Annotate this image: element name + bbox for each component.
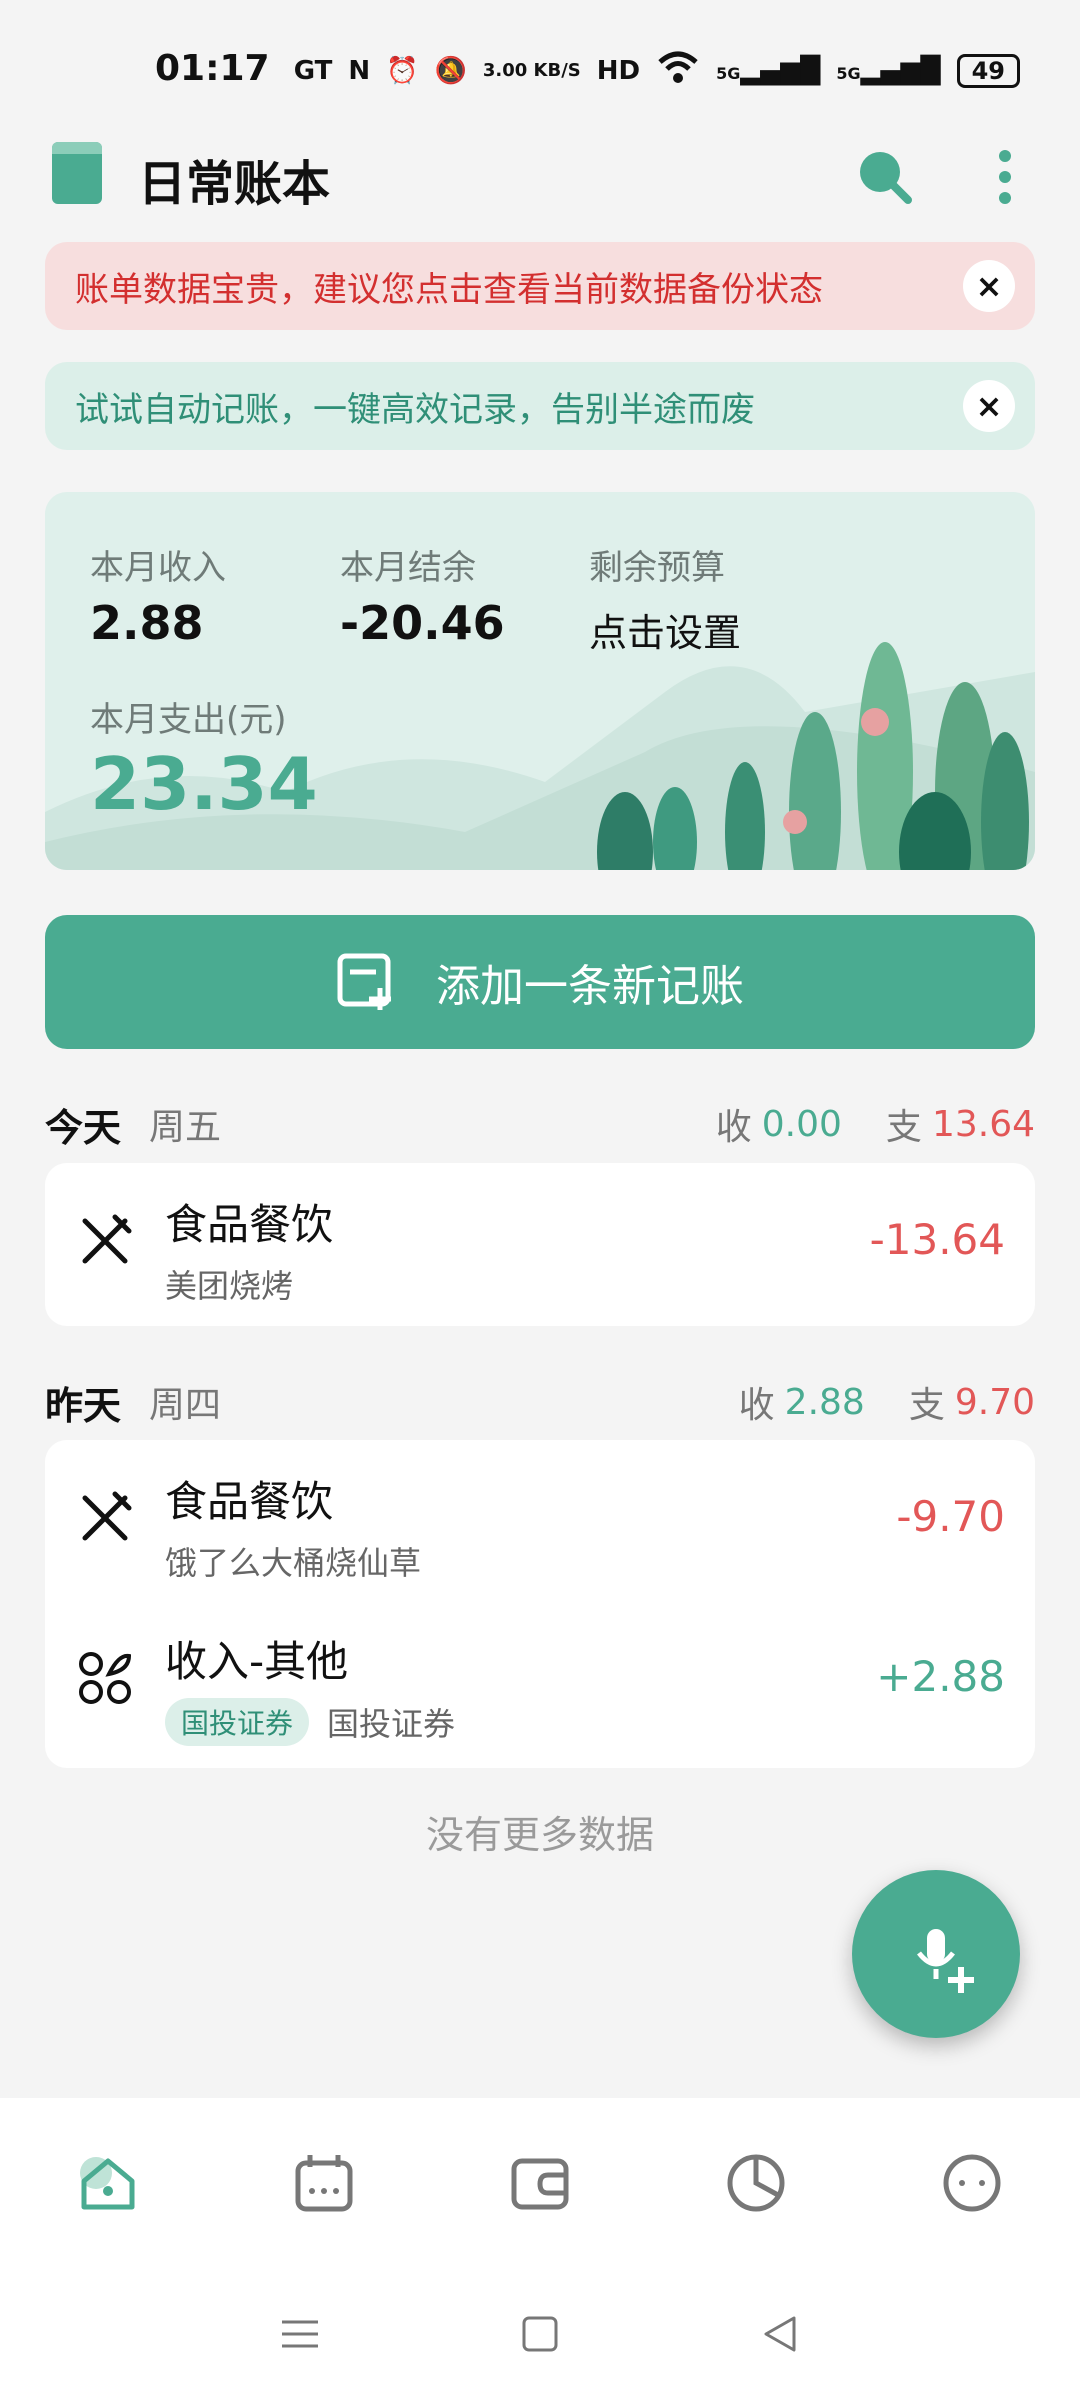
record-row[interactable]: 食品餐饮 饿了么大桶烧仙草 -9.70 — [45, 1440, 1035, 1600]
bottom-nav — [0, 2098, 1080, 2268]
close-icon: × — [975, 267, 1003, 305]
alarm-icon: ⏰ — [386, 55, 419, 86]
wifi-icon — [656, 50, 700, 91]
no-more-data-text: 没有更多数据 — [425, 1813, 654, 1857]
day-expense-value: 13.64 — [931, 1103, 1035, 1145]
day-income-label: 收 — [715, 1107, 752, 1148]
balance-value: -20.46 — [340, 596, 505, 650]
close-icon: × — [975, 387, 1003, 425]
more-vertical-icon — [999, 150, 1011, 204]
auto-record-banner[interactable]: 试试自动记账，一键高效记录，告别半途而废 × — [45, 362, 1035, 450]
fork-knife-icon — [82, 1491, 132, 1541]
day-header-today: 今天 周五 收 0.00 支 13.64 — [45, 1094, 1035, 1154]
add-record-button[interactable]: 添加一条新记账 — [45, 915, 1035, 1049]
expense-value: 23.34 — [90, 742, 318, 826]
set-budget-link[interactable]: 点击设置 — [589, 602, 741, 657]
day-income-value: 0.00 — [761, 1103, 842, 1145]
record-row[interactable]: 食品餐饮 美团烧烤 -13.64 — [45, 1163, 1035, 1323]
status-bar: 01:17 GT N ⏰ 🔕 3.00 KB/S HD 5G▂▄▆█ 5G▂▄▆… — [0, 0, 1080, 130]
nav-calendar[interactable] — [274, 2133, 374, 2233]
app-header: 日常账本 — [0, 130, 1080, 230]
mute-icon: 🔕 — [434, 55, 467, 86]
search-button[interactable] — [850, 142, 920, 212]
category-grid-icon — [79, 1652, 132, 1704]
record-sub: 国投证券 国投证券 — [165, 1698, 455, 1746]
balance-label: 本月结余 — [340, 548, 476, 588]
menu-icon[interactable] — [280, 2314, 320, 2354]
record-amount: -9.70 — [896, 1492, 1005, 1541]
mic-plus-icon — [917, 1929, 974, 1993]
record-amount: -13.64 — [869, 1215, 1005, 1264]
day-expense-label: 支 — [908, 1385, 945, 1426]
search-icon — [860, 152, 912, 204]
backup-banner-text: 账单数据宝贵，建议您点击查看当前数据备份状态 — [75, 269, 823, 310]
expense-label: 本月支出(元) — [90, 700, 287, 740]
income-label: 本月收入 — [90, 548, 226, 588]
add-record-label: 添加一条新记账 — [436, 961, 744, 1012]
status-icons: GT N ⏰ 🔕 3.00 KB/S HD 5G▂▄▆█ 5G▂▄▆█ 49 — [294, 50, 1020, 91]
status-time: 01:17 — [155, 48, 270, 89]
signal-2-label: 5G — [836, 63, 861, 83]
book-logo-icon — [52, 142, 102, 204]
record-note: 饿了么大桶烧仙草 — [165, 1544, 422, 1582]
day-expense-label: 支 — [885, 1107, 922, 1148]
record-category: 食品餐饮 — [165, 1477, 334, 1526]
record-amount: +2.88 — [876, 1652, 1005, 1701]
back-icon[interactable] — [760, 2314, 800, 2354]
close-auto-banner-button[interactable]: × — [963, 380, 1015, 432]
nav-profile[interactable] — [922, 2133, 1022, 2233]
net-speed: 3.00 KB/S — [482, 59, 581, 81]
backup-banner[interactable]: 账单数据宝贵，建议您点击查看当前数据备份状态 × — [45, 242, 1035, 330]
monthly-summary-card: 本月收入 2.88 本月结余 -20.46 剩余预算 点击设置 本月支出(元) … — [45, 492, 1035, 870]
record-tag: 国投证券 — [165, 1698, 310, 1746]
day-header-yesterday: 昨天 周四 收 2.88 支 9.70 — [45, 1372, 1035, 1432]
profile-icon — [943, 2154, 1001, 2212]
signal-1-icon: 5G▂▄▆█ — [716, 55, 821, 86]
day-label: 今天 — [45, 1105, 122, 1150]
auto-record-banner-text: 试试自动记账，一键高效记录，告别半途而废 — [75, 389, 755, 430]
close-backup-banner-button[interactable]: × — [963, 260, 1015, 312]
calendar-icon — [295, 2155, 353, 2212]
record-row[interactable]: 收入-其他 国投证券 国投证券 +2.88 — [45, 1600, 1035, 1760]
battery-icon: 49 — [956, 53, 1020, 88]
chart-icon — [727, 2154, 785, 2212]
weekday-label: 周四 — [149, 1385, 222, 1426]
wallet-icon — [511, 2158, 569, 2210]
record-category: 收入-其他 — [165, 1637, 349, 1686]
yesterday-records-card: 食品餐饮 饿了么大桶烧仙草 -9.70 收入-其他 国投证券 国投证券 +2.8… — [45, 1440, 1035, 1768]
day-income-label: 收 — [738, 1385, 775, 1426]
budget-label: 剩余预算 — [589, 548, 725, 588]
signal-1-label: 5G — [716, 63, 741, 83]
weekday-label: 周五 — [149, 1107, 222, 1148]
nfc-icon: N — [348, 55, 371, 86]
home-square-icon[interactable] — [520, 2314, 560, 2354]
home-icon — [80, 2157, 135, 2210]
hd-icon: HD — [596, 55, 641, 86]
day-expense-value: 9.70 — [954, 1381, 1035, 1423]
gt-icon: GT — [293, 55, 333, 86]
voice-add-button[interactable] — [852, 1870, 1020, 2038]
record-note: 国投证券 — [327, 1705, 456, 1743]
record-category: 食品餐饮 — [165, 1200, 334, 1249]
day-label: 昨天 — [45, 1383, 122, 1428]
record-note: 美团烧烤 — [165, 1267, 294, 1305]
nav-stats[interactable] — [706, 2133, 806, 2233]
income-value: 2.88 — [90, 596, 204, 650]
nav-home[interactable] — [58, 2133, 158, 2233]
more-menu-button[interactable] — [980, 142, 1030, 212]
app-title: 日常账本 — [138, 156, 331, 212]
day-income-value: 2.88 — [784, 1381, 865, 1423]
today-records-card: 食品餐饮 美团烧烤 -13.64 — [45, 1163, 1035, 1326]
add-note-icon — [337, 953, 391, 1010]
nav-wallet[interactable] — [490, 2133, 590, 2233]
fork-knife-icon — [82, 1214, 132, 1264]
system-nav-bar — [0, 2268, 1080, 2400]
signal-2-icon: 5G▂▄▆█ — [836, 55, 941, 86]
